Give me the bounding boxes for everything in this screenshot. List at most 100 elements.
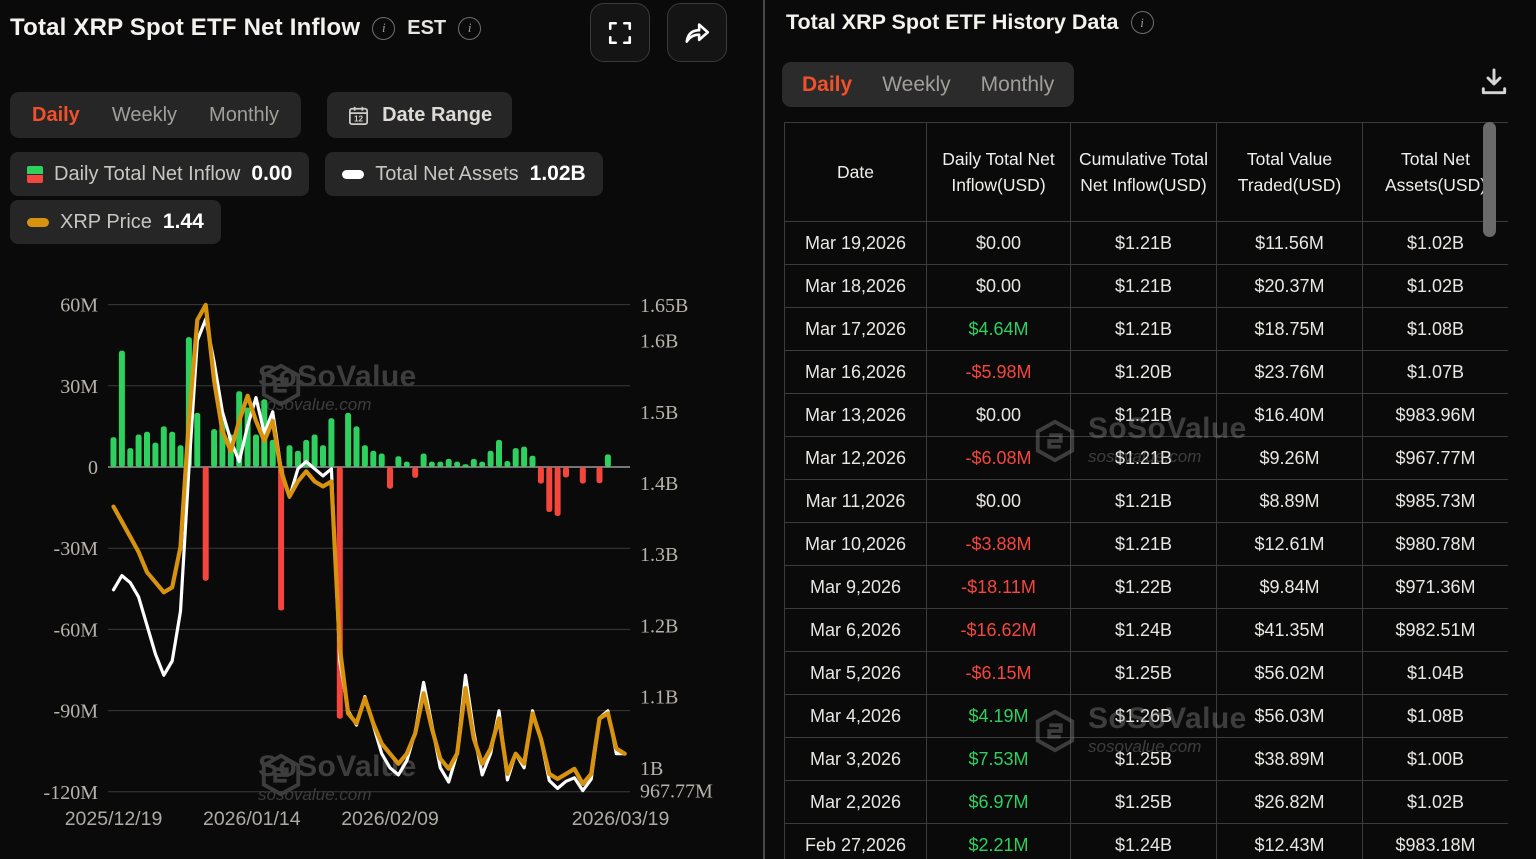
share-icon bbox=[685, 22, 710, 43]
info-icon[interactable]: i bbox=[458, 16, 482, 40]
date-cell: Mar 4,2026 bbox=[784, 694, 927, 738]
inflow-bar-positive bbox=[286, 445, 293, 467]
value-cell: $1.21B bbox=[1070, 264, 1217, 308]
value-cell: $0.00 bbox=[926, 479, 1071, 523]
value-cell: -$5.98M bbox=[926, 350, 1071, 394]
inflow-bar-positive bbox=[462, 464, 469, 467]
scrollbar-thumb[interactable] bbox=[1483, 122, 1496, 237]
inflow-bar-positive bbox=[160, 426, 167, 467]
download-button[interactable] bbox=[1478, 66, 1510, 101]
inflow-bar-negative bbox=[412, 467, 419, 478]
inflow-bar-positive bbox=[479, 461, 486, 467]
table-row: Mar 5,2026 -$6.15M $1.25B $56.02M $1.04B bbox=[784, 651, 1508, 695]
value-cell: $1.25B bbox=[1070, 651, 1217, 695]
inflow-bar-positive bbox=[420, 453, 427, 467]
table-row: Mar 13,2026 $0.00 $1.21B $16.40M $983.96M bbox=[784, 393, 1508, 437]
table-row: Mar 18,2026 $0.00 $1.21B $20.37M $1.02B bbox=[784, 264, 1508, 308]
table-controls: Daily Weekly Monthly bbox=[782, 62, 1532, 107]
chart-legend-row-1: Daily Total Net Inflow 0.00 Total Net As… bbox=[10, 152, 603, 196]
value-cell: $1.21B bbox=[1070, 479, 1217, 523]
chart-canvas[interactable]: SoSoValue sosovalue.com SoSoValue sosovalu… bbox=[0, 280, 763, 840]
value-cell: $20.37M bbox=[1216, 264, 1363, 308]
inflow-bars-legend-icon bbox=[27, 165, 43, 183]
value-cell: $7.53M bbox=[926, 737, 1071, 781]
combo-chart-svg: 60M 30M 0 -30M -60M -90M -120M 1.65B 1.6B 1.5B 1.4… bbox=[44, 295, 713, 830]
legend-value: 1.44 bbox=[162, 210, 204, 233]
inflow-bar-positive bbox=[470, 458, 477, 467]
inflow-bar-positive bbox=[428, 461, 435, 467]
value-cell: $0.00 bbox=[926, 264, 1071, 308]
y-axis-label-right: 1.65B bbox=[640, 295, 688, 317]
tab-weekly[interactable]: Weekly bbox=[882, 73, 950, 97]
inflow-bar-negative bbox=[202, 467, 209, 581]
value-cell: $1.22B bbox=[1070, 565, 1217, 609]
table-row: Mar 16,2026 -$5.98M $1.20B $23.76M $1.07B bbox=[784, 350, 1508, 394]
inflow-bar-negative bbox=[579, 467, 586, 484]
legend-daily-net-inflow[interactable]: Daily Total Net Inflow 0.00 bbox=[10, 152, 310, 196]
value-cell: $9.84M bbox=[1216, 565, 1363, 609]
y-axis-label-left: 60M bbox=[60, 295, 98, 317]
value-cell: $1.25B bbox=[1070, 737, 1217, 781]
inflow-bar-positive bbox=[361, 445, 368, 467]
value-cell: $18.75M bbox=[1216, 307, 1363, 351]
chart-legend-row-2: XRP Price 1.44 bbox=[10, 200, 221, 244]
inflow-bar-positive bbox=[512, 448, 519, 467]
value-cell: $4.19M bbox=[926, 694, 1071, 738]
xrp-price-line-legend-icon bbox=[27, 217, 49, 227]
table-row: Mar 2,2026 $6.97M $1.25B $26.82M $1.02B bbox=[784, 780, 1508, 824]
y-axis-label-right: 1.5B bbox=[640, 402, 678, 424]
value-cell: $26.82M bbox=[1216, 780, 1363, 824]
value-cell: $0.00 bbox=[926, 221, 1071, 265]
table-row: Mar 3,2026 $7.53M $1.25B $38.89M $1.00B bbox=[784, 737, 1508, 781]
tab-monthly[interactable]: Monthly bbox=[209, 104, 279, 127]
tab-daily[interactable]: Daily bbox=[32, 104, 80, 127]
table-header-row: Date Daily Total Net Inflow(USD) Cumulat… bbox=[784, 122, 1508, 222]
inflow-bar-positive bbox=[127, 448, 134, 467]
inflow-bar-negative bbox=[546, 467, 553, 512]
chart-period-tabs: Daily Weekly Monthly bbox=[10, 92, 302, 138]
value-cell: $12.43M bbox=[1216, 823, 1363, 859]
tab-daily[interactable]: Daily bbox=[802, 73, 852, 97]
svg-text:12: 12 bbox=[354, 114, 364, 123]
inflow-bar-positive bbox=[504, 461, 511, 467]
date-cell: Mar 18,2026 bbox=[784, 264, 927, 308]
value-cell: $1.20B bbox=[1070, 350, 1217, 394]
table-row: Mar 4,2026 $4.19M $1.26B $56.03M $1.08B bbox=[784, 694, 1508, 738]
table-row: Mar 11,2026 $0.00 $1.21B $8.89M $985.73M bbox=[784, 479, 1508, 523]
date-cell: Mar 10,2026 bbox=[784, 522, 927, 566]
info-icon[interactable]: i bbox=[372, 16, 396, 40]
tab-monthly[interactable]: Monthly bbox=[981, 73, 1055, 97]
value-cell: $23.76M bbox=[1216, 350, 1363, 394]
value-cell: $1.21B bbox=[1070, 436, 1217, 480]
inflow-bar-positive bbox=[496, 439, 502, 467]
tab-weekly[interactable]: Weekly bbox=[112, 104, 177, 127]
legend-label: XRP Price bbox=[60, 210, 152, 233]
date-range-button[interactable]: 12 Date Range bbox=[327, 92, 513, 138]
y-axis-label-right: 1.4B bbox=[640, 473, 678, 495]
info-icon[interactable]: i bbox=[1130, 11, 1154, 34]
table-row: Mar 17,2026 $4.64M $1.21B $18.75M $1.08B bbox=[784, 307, 1508, 351]
inflow-bar-positive bbox=[135, 434, 142, 467]
inflow-bar-positive bbox=[445, 458, 452, 467]
value-cell: $1.21B bbox=[1070, 307, 1217, 351]
date-cell: Mar 6,2026 bbox=[784, 608, 927, 652]
y-axis-label-left: 30M bbox=[60, 376, 98, 398]
legend-value: 1.02B bbox=[529, 162, 586, 185]
inflow-bar-positive bbox=[529, 455, 536, 467]
calendar-icon: 12 bbox=[349, 106, 369, 125]
column-header-daily-inflow: Daily Total Net Inflow(USD) bbox=[926, 122, 1071, 222]
legend-xrp-price[interactable]: XRP Price 1.44 bbox=[10, 200, 221, 244]
table-scrollbar[interactable] bbox=[1483, 122, 1496, 859]
x-axis-label: 2025/12/19 bbox=[65, 808, 163, 830]
legend-total-net-assets[interactable]: Total Net Assets 1.02B bbox=[325, 152, 603, 196]
share-button[interactable] bbox=[667, 3, 727, 62]
date-range-label: Date Range bbox=[382, 103, 493, 126]
fullscreen-button[interactable] bbox=[590, 3, 650, 62]
inflow-bar-positive bbox=[194, 412, 201, 467]
value-cell: $1.21B bbox=[1070, 522, 1217, 566]
inflow-bar-positive bbox=[437, 461, 444, 467]
value-cell: $6.97M bbox=[926, 780, 1071, 824]
inflow-bar-positive bbox=[177, 445, 184, 467]
inflow-bar-positive bbox=[395, 456, 402, 467]
inflow-bar-negative bbox=[596, 467, 603, 484]
